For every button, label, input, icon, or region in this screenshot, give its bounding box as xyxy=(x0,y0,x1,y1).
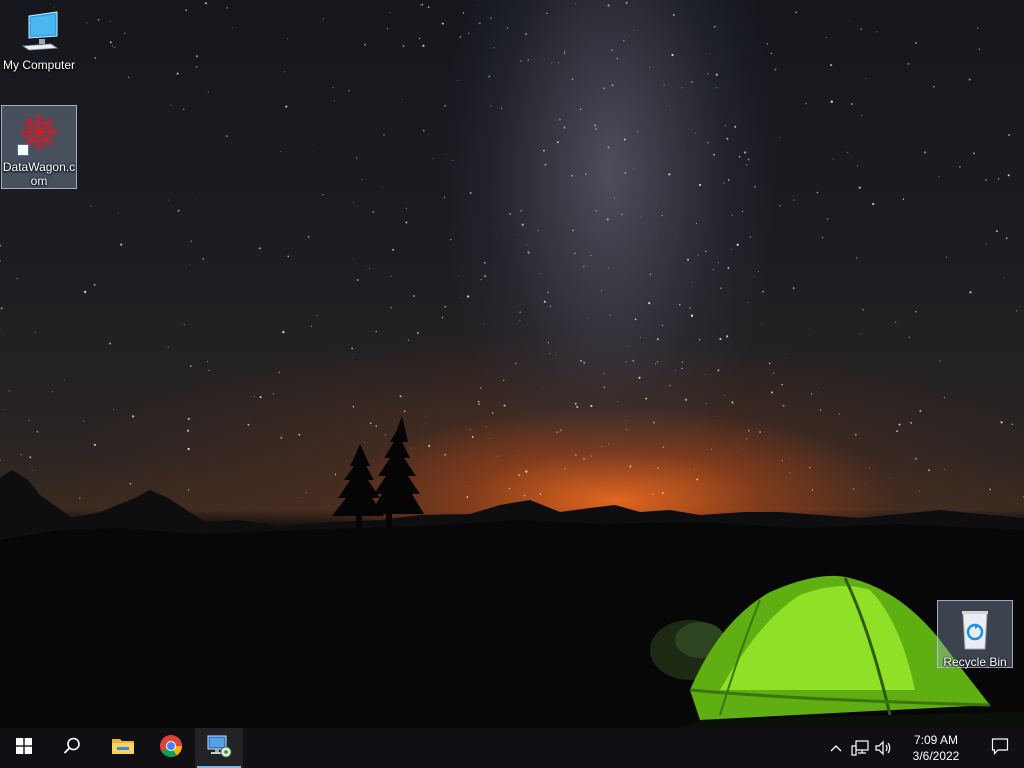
remote-desktop-icon xyxy=(206,734,232,763)
recycle-bin-icon xyxy=(951,605,999,653)
chrome-button[interactable] xyxy=(147,728,195,768)
notification-icon xyxy=(991,737,1009,760)
search-icon xyxy=(63,737,81,760)
desktop-icon-label: Recycle Bin xyxy=(943,655,1007,669)
desktop-icon-datawagon[interactable]: DataWagon.com xyxy=(1,105,77,189)
taskbar: 7:09 AM 3/6/2022 xyxy=(0,728,1024,768)
monitor-icon xyxy=(15,8,63,56)
shortcut-arrow-icon xyxy=(17,144,29,156)
clock-time: 7:09 AM xyxy=(913,733,959,747)
datawagon-logo-icon xyxy=(15,110,63,158)
remote-desktop-button[interactable] xyxy=(195,728,243,768)
clock[interactable]: 7:09 AM 3/6/2022 xyxy=(896,732,976,764)
network-icon[interactable] xyxy=(848,728,872,768)
desktop-icon-label: DataWagon.com xyxy=(2,160,76,188)
desktop-icon-label: My Computer xyxy=(2,58,76,72)
landscape-silhouette xyxy=(0,416,1024,728)
volume-icon[interactable] xyxy=(872,728,896,768)
chrome-icon xyxy=(159,734,183,763)
clock-date: 3/6/2022 xyxy=(912,749,960,763)
start-button[interactable] xyxy=(0,728,48,768)
search-button[interactable] xyxy=(48,728,96,768)
windows-logo-icon xyxy=(16,737,32,759)
desktop-wallpaper xyxy=(0,0,1024,728)
file-explorer-button[interactable] xyxy=(99,728,147,768)
folder-icon xyxy=(111,736,135,761)
desktop-icon-my-computer[interactable]: My Computer xyxy=(1,4,77,72)
desktop-icon-recycle-bin[interactable]: Recycle Bin xyxy=(937,600,1013,669)
chevron-up-icon[interactable] xyxy=(824,728,848,768)
system-tray: 7:09 AM 3/6/2022 xyxy=(824,728,1024,768)
action-center-button[interactable] xyxy=(976,728,1024,768)
